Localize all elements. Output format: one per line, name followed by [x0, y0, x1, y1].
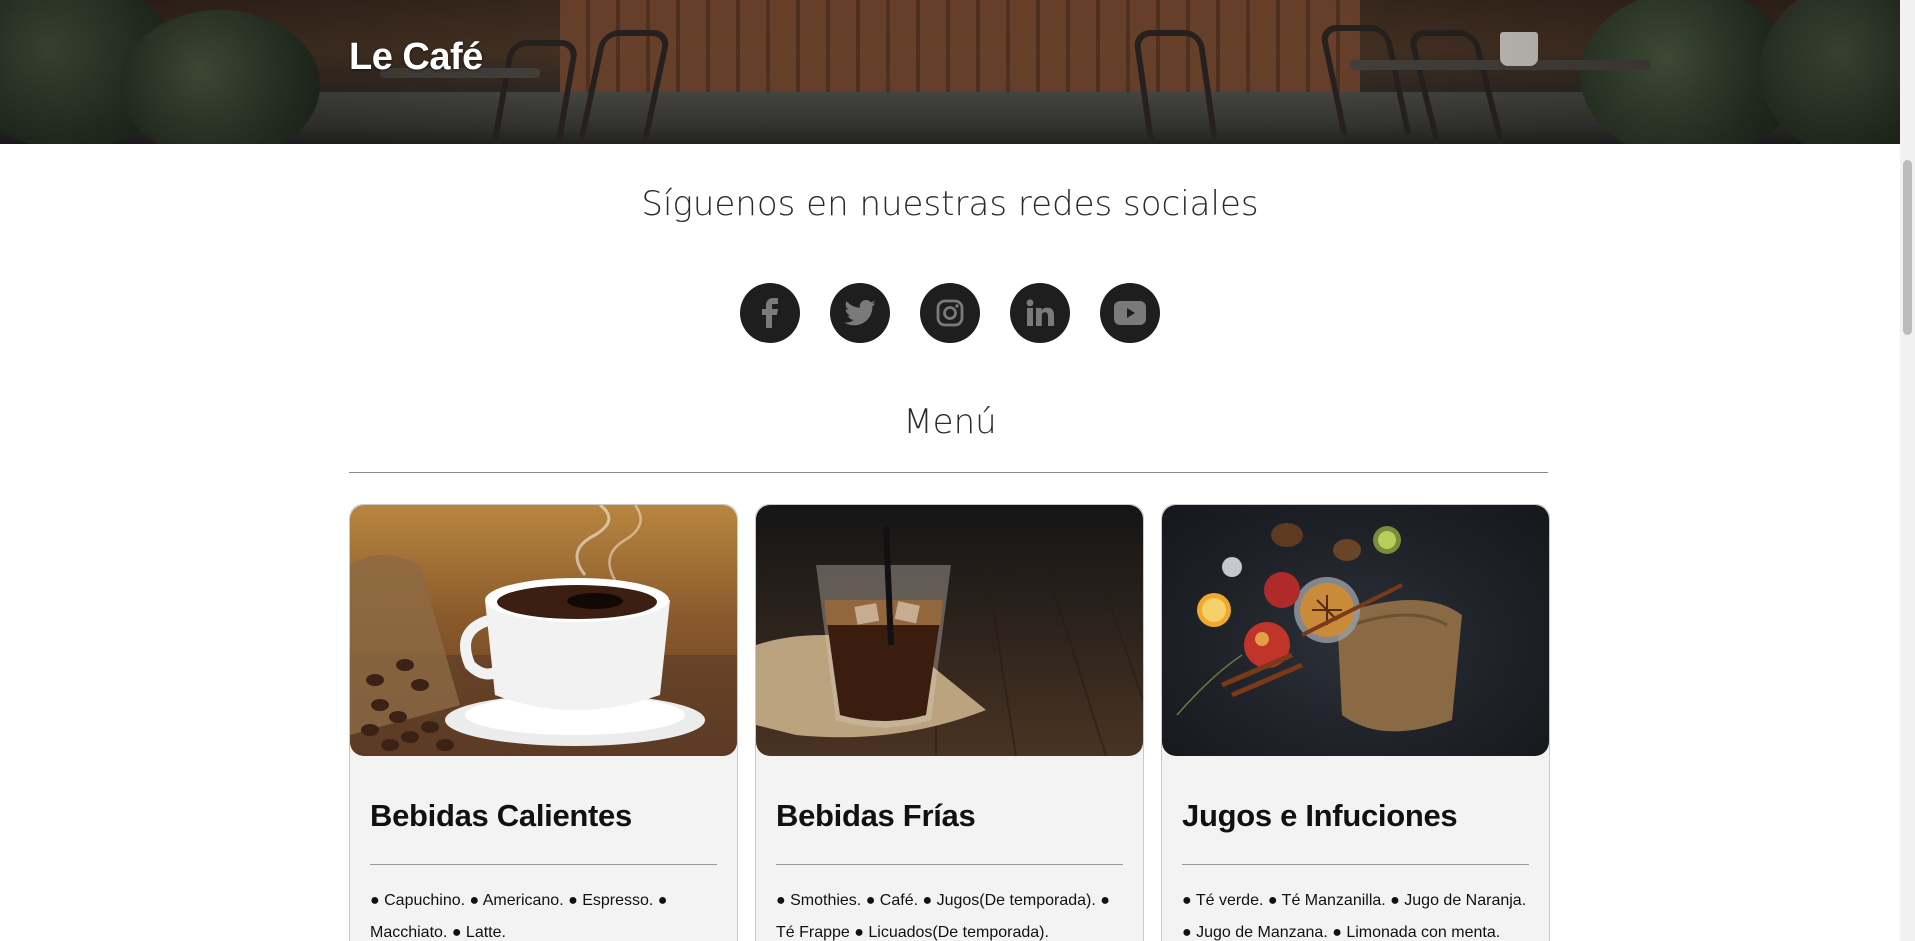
- linkedin-button[interactable]: [1010, 283, 1070, 343]
- brand-title[interactable]: Le Café: [349, 36, 483, 79]
- instagram-icon: [936, 299, 964, 327]
- card-title: Bebidas Frías: [776, 798, 976, 833]
- youtube-button[interactable]: [1100, 283, 1160, 343]
- twitter-icon: [844, 300, 876, 326]
- card-title: Bebidas Calientes: [370, 798, 632, 833]
- social-section-title: Síguenos en nuestras redes sociales: [641, 184, 1259, 224]
- card-description: ● Té verde. ● Té Manzanilla. ● Jugo de N…: [1182, 892, 1527, 941]
- twitter-button[interactable]: [830, 283, 890, 343]
- hero-banner: Le Café: [0, 0, 1900, 144]
- menu-cards: Bebidas Calientes ● Capuchino. ● America…: [349, 504, 1550, 941]
- menu-card-cold-drinks: Bebidas Frías ● Smothies. ● Café. ● Jugo…: [755, 504, 1144, 941]
- menu-card-juices-infusions: Jugos e Infuciones ● Té verde. ● Té Manz…: [1161, 504, 1550, 941]
- menu-card-hot-drinks: Bebidas Calientes ● Capuchino. ● America…: [349, 504, 738, 941]
- facebook-button[interactable]: [740, 283, 800, 343]
- infusion-ingredients-photo: [1162, 505, 1549, 756]
- instagram-button[interactable]: [920, 283, 980, 343]
- card-divider: [1182, 864, 1529, 865]
- card-divider: [776, 864, 1123, 865]
- iced-coffee-glass-photo: [756, 505, 1143, 756]
- youtube-icon: [1114, 301, 1146, 325]
- linkedin-icon: [1026, 299, 1054, 326]
- card-description: ● Smothies. ● Café. ● Jugos(De temporada…: [776, 892, 1110, 941]
- social-links: [0, 283, 1900, 343]
- page-scrollbar[interactable]: [1900, 0, 1915, 941]
- hot-coffee-cup-photo: [350, 505, 737, 756]
- scrollbar-thumb[interactable]: [1903, 160, 1912, 335]
- menu-divider: [349, 472, 1548, 473]
- facebook-icon: [762, 298, 778, 328]
- card-title: Jugos e Infuciones: [1182, 798, 1458, 833]
- card-divider: [370, 864, 717, 865]
- menu-section-title: Menú: [903, 402, 997, 442]
- card-description: ● Capuchino. ● Americano. ● Espresso. ● …: [370, 892, 668, 941]
